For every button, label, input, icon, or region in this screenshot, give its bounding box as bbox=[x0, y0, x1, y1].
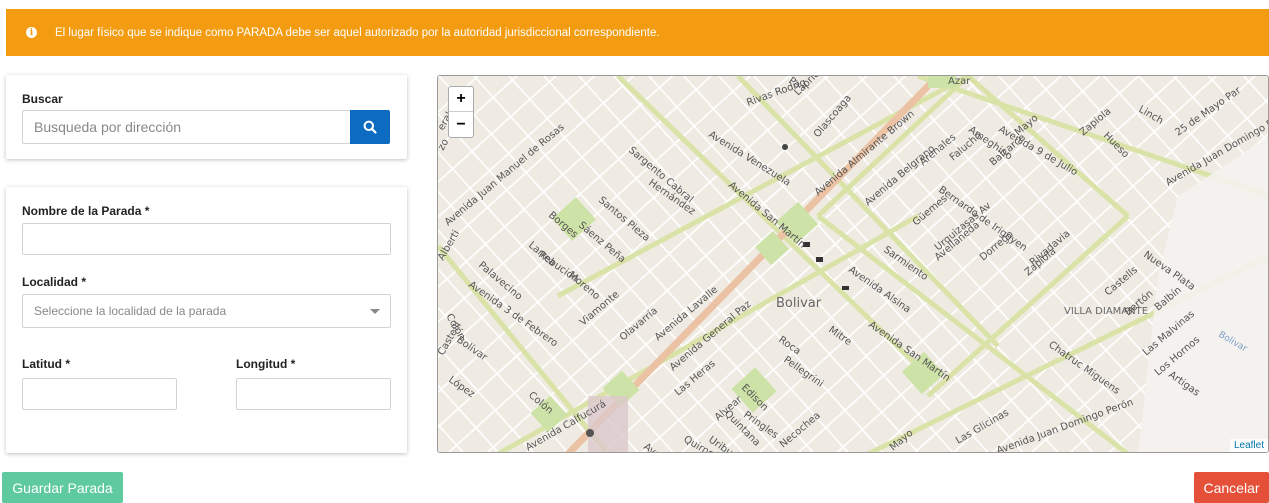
latitude-input[interactable] bbox=[22, 378, 177, 410]
map-poi-icon[interactable] bbox=[782, 144, 788, 150]
map-canvas[interactable]: Bolivar VILLA DIAMANTE Bolivar Avenida V… bbox=[438, 76, 1269, 453]
map-place-label: Bolivar bbox=[776, 296, 822, 311]
zoom-out-button[interactable]: − bbox=[449, 112, 473, 137]
search-placeholder: Busqueda por dirección bbox=[34, 119, 182, 135]
search-icon bbox=[363, 120, 377, 134]
longitude-input[interactable] bbox=[236, 378, 391, 410]
locality-placeholder: Seleccione la localidad de la parada bbox=[34, 304, 227, 318]
save-stop-button[interactable]: Guardar Parada bbox=[2, 472, 123, 503]
search-label: Buscar bbox=[22, 92, 63, 106]
stop-name-label: Nombre de la Parada * bbox=[22, 204, 150, 218]
map-attribution-link[interactable]: Leaflet bbox=[1229, 439, 1268, 452]
chevron-down-icon bbox=[370, 309, 380, 314]
locality-select[interactable]: Seleccione la localidad de la parada bbox=[22, 294, 391, 328]
map-poi-icon[interactable] bbox=[816, 257, 823, 262]
zoom-control: + − bbox=[448, 86, 474, 138]
latitude-label: Latitud * bbox=[22, 357, 70, 371]
stop-form-card: Nombre de la Parada * Localidad * Selecc… bbox=[6, 187, 407, 453]
alert-message: El lugar físico que se indique como PARA… bbox=[55, 26, 660, 39]
cancel-button[interactable]: Cancelar bbox=[1194, 472, 1269, 503]
map-poi-icon[interactable] bbox=[842, 286, 849, 290]
map-view[interactable]: Bolivar VILLA DIAMANTE Bolivar Avenida V… bbox=[437, 75, 1269, 453]
info-icon: i bbox=[26, 27, 37, 38]
map-poi-icon[interactable] bbox=[586, 429, 594, 437]
locality-label: Localidad * bbox=[22, 275, 87, 289]
zoom-in-button[interactable]: + bbox=[449, 87, 473, 112]
longitude-label: Longitud * bbox=[236, 357, 296, 371]
map-street-label: Azar bbox=[948, 76, 971, 87]
stop-name-input[interactable] bbox=[22, 223, 391, 255]
search-card: Buscar Busqueda por dirección bbox=[6, 75, 407, 159]
search-button[interactable] bbox=[350, 110, 390, 144]
search-input[interactable]: Busqueda por dirección bbox=[22, 110, 351, 144]
info-alert: i El lugar físico que se indique como PA… bbox=[6, 9, 1269, 56]
